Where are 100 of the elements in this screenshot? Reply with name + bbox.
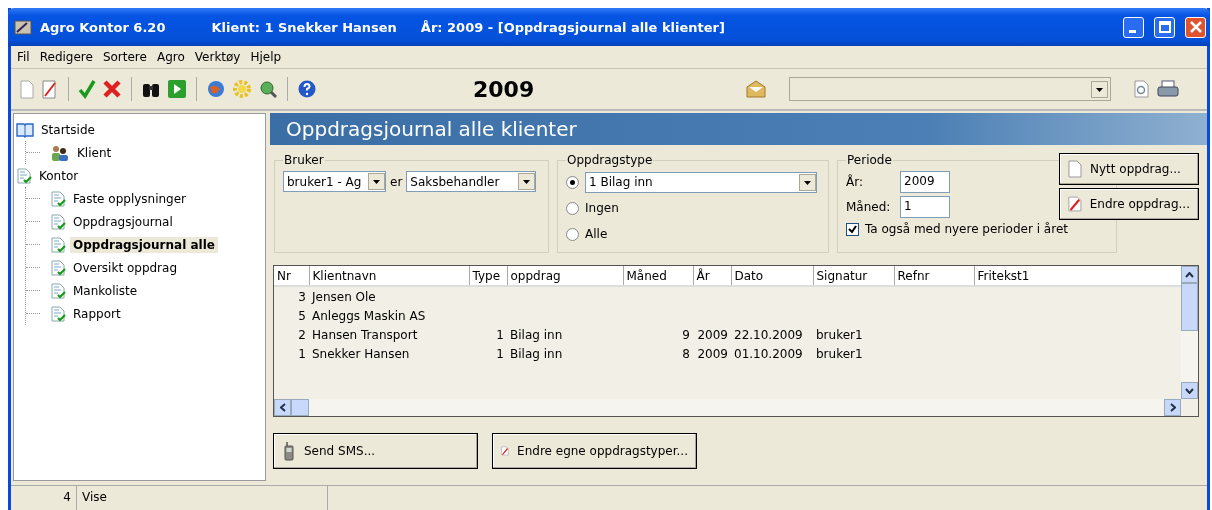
book-icon	[16, 121, 34, 138]
document-check-icon	[50, 190, 66, 207]
tree-item[interactable]: Startside	[38, 121, 98, 138]
checkbox-label: Ta også med nyere perioder i året	[865, 222, 1068, 236]
send-sms-button[interactable]: Send SMS...	[273, 433, 478, 469]
search-icon[interactable]	[258, 79, 278, 99]
year-display: 2009	[473, 76, 535, 102]
column-header[interactable]: Måned	[623, 266, 693, 286]
status-count: 4	[11, 486, 77, 510]
table-cell-text: Hansen Transport	[311, 326, 419, 344]
checkbox[interactable]	[846, 222, 859, 236]
tree-item[interactable]: Faste opplysninger	[70, 190, 190, 207]
column-header[interactable]: Refnr	[894, 266, 974, 286]
column-header[interactable]: Signatur	[813, 266, 894, 286]
scroll-thumb[interactable]	[291, 399, 309, 416]
group-label: Oppdragstype	[566, 153, 654, 167]
scroll-left-button[interactable]	[274, 399, 291, 416]
radio-label: Ingen	[585, 201, 619, 215]
table-cell: Jensen Ole	[309, 286, 469, 306]
caret-icon	[368, 173, 385, 190]
table-cell-text: 22.10.2009	[733, 326, 804, 344]
table-cell-text: Bilag inn	[509, 326, 564, 344]
pencil-page-icon	[1068, 195, 1082, 213]
tree-item[interactable]: Klient	[74, 144, 115, 161]
minimize-icon	[1129, 29, 1136, 33]
radio-button[interactable]	[566, 201, 579, 215]
month-field[interactable]: 1	[900, 195, 950, 218]
table-cell-text: 1	[495, 345, 505, 363]
radio-button[interactable]	[566, 227, 579, 241]
table-cell: 3	[274, 286, 309, 306]
printer-icon[interactable]	[1157, 79, 1179, 99]
menu-item[interactable]: Redigere	[39, 50, 93, 64]
group-label: Bruker	[283, 153, 325, 167]
user-dropdown[interactable]: bruker1 - Ag	[283, 171, 386, 192]
table-cell-text: 2009	[696, 345, 729, 363]
document-check-icon	[50, 282, 66, 299]
menu-item[interactable]: Agro	[156, 50, 185, 64]
column-header[interactable]: År	[693, 266, 731, 286]
phone-icon	[282, 441, 296, 461]
menu-item[interactable]: Sortere	[102, 50, 147, 64]
arrow-left-icon	[279, 403, 286, 412]
column-header[interactable]: oppdrag	[507, 266, 623, 286]
column-header[interactable]: Fritekst1	[974, 266, 1181, 286]
radio-button[interactable]	[566, 175, 579, 189]
document-check-icon	[50, 259, 66, 276]
tree-item[interactable]: Kontor	[36, 167, 82, 184]
menu-item[interactable]: Hjelp	[250, 50, 282, 64]
field-label: Måned:	[846, 199, 892, 214]
caret-icon	[799, 173, 816, 191]
scroll-up-button[interactable]	[1181, 266, 1198, 283]
maximize-button[interactable]	[1154, 16, 1175, 38]
arrow-down-icon	[1185, 387, 1194, 394]
scroll-right-button[interactable]	[1164, 399, 1181, 416]
arrow-up-icon	[1185, 271, 1194, 278]
tree-item[interactable]: Mankoliste	[70, 282, 141, 299]
document-check-icon	[16, 167, 32, 184]
delete-icon[interactable]	[102, 79, 122, 99]
column-header[interactable]: Dato	[731, 266, 813, 286]
close-icon	[1189, 21, 1202, 33]
column-header[interactable]: Nr	[274, 266, 309, 286]
table-cell-text: Anleggs Maskin AS	[311, 307, 427, 325]
client-title: Klient: 1 Snekker Hansen	[211, 19, 397, 35]
column-header[interactable]: Type	[469, 266, 507, 286]
print-preview-icon[interactable]	[1133, 79, 1151, 99]
caret-icon	[1091, 80, 1108, 98]
table-cell-text: 5	[297, 307, 307, 325]
app-title: Agro Kontor 6.20	[40, 19, 166, 35]
table-cell-text: 1	[495, 326, 505, 344]
scroll-down-button[interactable]	[1181, 382, 1198, 399]
check-icon[interactable]	[78, 79, 96, 99]
edit-assignment-button[interactable]: Endre oppdrag...	[1059, 188, 1199, 220]
new-assignment-button[interactable]: Nytt oppdrag...	[1059, 153, 1199, 185]
maximize-icon	[1158, 21, 1171, 33]
caret-icon	[518, 173, 536, 190]
table-cell-text: 8	[681, 345, 691, 363]
column-header[interactable]: Klientnavn	[309, 266, 469, 286]
role-dropdown[interactable]: Saksbehandler	[406, 171, 537, 192]
table-cell-text: 1	[297, 345, 307, 363]
table-cell-text: 9	[681, 326, 691, 344]
edit-types-button[interactable]: Endre egne oppdragstyper...	[492, 433, 697, 469]
help-icon[interactable]	[297, 79, 317, 99]
envelope-icon[interactable]	[745, 79, 767, 99]
globe-icon[interactable]	[206, 79, 226, 99]
menu-item[interactable]: Verktøy	[194, 50, 241, 64]
menu-item[interactable]: Fil	[17, 50, 30, 64]
document-check-icon	[50, 236, 66, 253]
type-dropdown[interactable]: 1 Bilag inn	[585, 171, 817, 193]
edit-page-icon[interactable]	[41, 79, 59, 99]
scroll-thumb[interactable]	[1181, 283, 1198, 331]
tree-item[interactable]: Oversikt oppdrag	[70, 259, 180, 276]
tree-item[interactable]: Oppdragsjournal alle	[70, 236, 218, 253]
minimize-button[interactable]	[1123, 16, 1144, 38]
year-field[interactable]: 2009	[900, 170, 950, 193]
tree-item[interactable]: Rapport	[70, 305, 124, 322]
tree-item[interactable]: Oppdragsjournal	[70, 213, 176, 230]
table-cell-text: Snekker Hansen	[311, 345, 411, 363]
play-icon[interactable]	[167, 79, 187, 99]
close-button[interactable]	[1185, 16, 1206, 38]
table-cell-text: 2009	[696, 326, 729, 344]
table-cell-text: Bilag inn	[509, 345, 564, 363]
